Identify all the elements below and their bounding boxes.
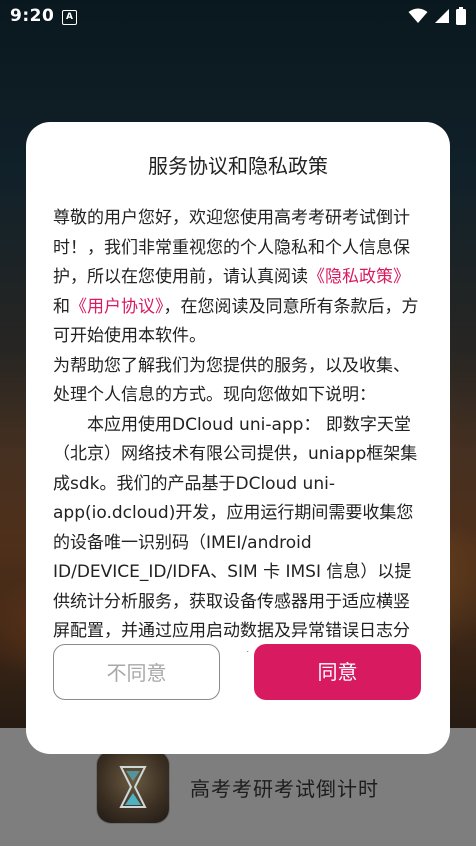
signal-icon (435, 9, 449, 23)
privacy-policy-link[interactable]: 《隐私政策》 (308, 267, 410, 287)
status-bar: 9:20 A (0, 0, 476, 34)
dialog-title: 服务协议和隐私政策 (148, 154, 328, 178)
battery-icon (456, 7, 466, 25)
user-agreement-link[interactable]: 《用户协议》 (70, 297, 164, 317)
explanation-paragraph: 为帮助您了解我们为您提供的服务，以及收集、处理个人信息的方式。现向您做如下说明： (53, 355, 410, 406)
wifi-icon (408, 8, 428, 23)
app-logo-icon (97, 751, 169, 823)
hourglass-icon (119, 766, 147, 808)
and-text: 和 (53, 296, 70, 317)
intro-paragraph: 尊敬的用户您好，欢迎您使用高考考研考试倒计时！，我们非常重视您的个人隐私和个人信… (53, 204, 425, 352)
privacy-dialog: 服务协议和隐私政策 尊敬的用户您好，欢迎您使用高考考研考试倒计时！，我们非常重视… (26, 122, 450, 754)
status-icons (408, 7, 466, 25)
dialog-content[interactable]: 尊敬的用户您好，欢迎您使用高考考研考试倒计时！，我们非常重视您的个人隐私和个人信… (53, 204, 425, 652)
app-name: 高考考研考试倒计时 (190, 777, 379, 801)
agree-button[interactable]: 同意 (254, 644, 421, 700)
disagree-button[interactable]: 不同意 (53, 644, 220, 700)
status-time: 9:20 (10, 6, 55, 26)
sdk-paragraph: 本应用使用DCloud uni-app： 即数字天堂（北京）网络技术有限公司提供… (53, 414, 418, 653)
notification-a-icon: A (62, 10, 77, 25)
